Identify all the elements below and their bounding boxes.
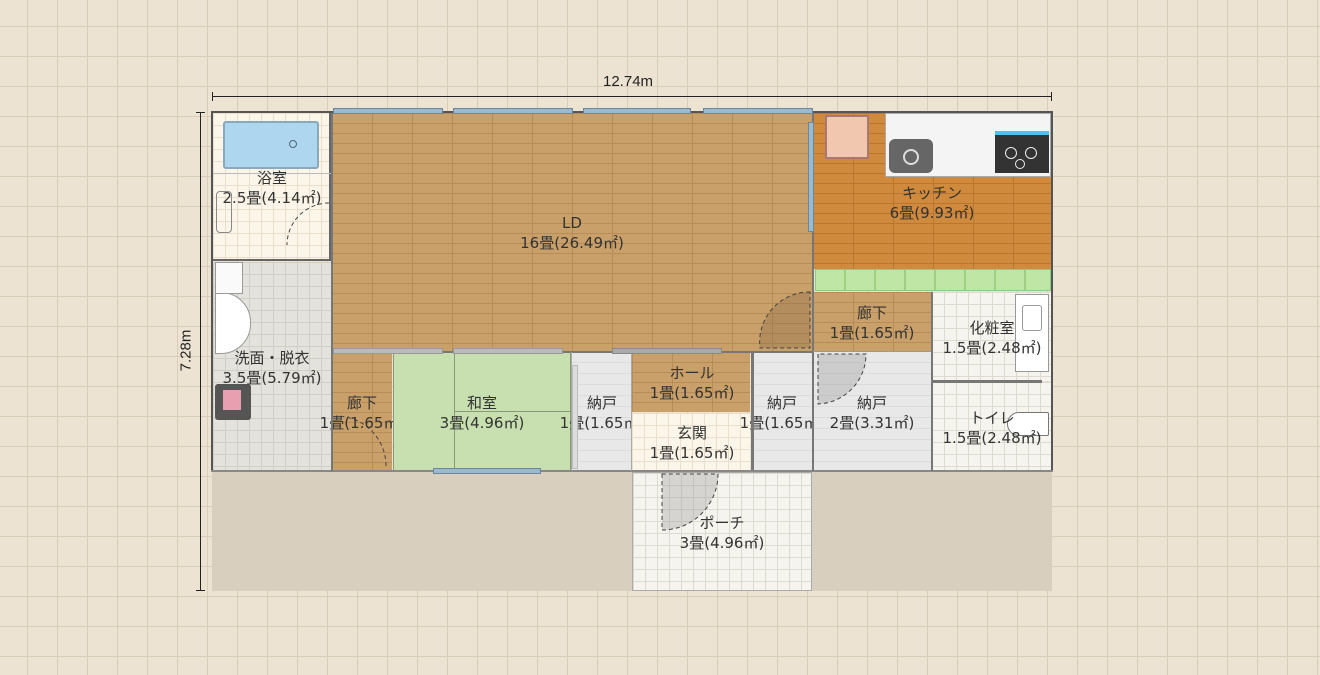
ld-door-icon bbox=[759, 291, 811, 349]
sink-icon bbox=[889, 139, 933, 173]
washbasin-icon bbox=[215, 292, 251, 354]
room-corridor-right-size: 1畳(1.65㎡) bbox=[829, 324, 915, 342]
room-bath-size: 2.5畳(4.14㎡) bbox=[222, 189, 322, 207]
room-entrance-name: 玄関 bbox=[676, 424, 707, 442]
kitchen-cabinets bbox=[815, 269, 1051, 291]
room-powder-size: 1.5畳(2.48㎡) bbox=[942, 339, 1042, 357]
bath-door-icon bbox=[286, 202, 330, 246]
room-washitsu-name: 和室 bbox=[466, 394, 497, 412]
width-label: 12.74m bbox=[603, 73, 654, 90]
room-corridor-right-name: 廊下 bbox=[856, 304, 887, 322]
stove-icon bbox=[995, 131, 1049, 173]
height-label: 7.28m bbox=[177, 329, 195, 372]
room-kitchen-size: 6畳(9.93㎡) bbox=[889, 204, 975, 222]
bathtub-icon bbox=[223, 121, 319, 169]
room-toilet-size: 1.5畳(2.48㎡) bbox=[942, 429, 1042, 447]
room-ld-size: 16畳(26.49㎡) bbox=[520, 234, 624, 252]
room-storage-3-name: 納戸 bbox=[856, 394, 887, 412]
room-washroom-size: 3.5畳(5.79㎡) bbox=[222, 369, 322, 387]
room-hall-size: 1畳(1.65㎡) bbox=[649, 384, 735, 402]
room-hall-name: ホール bbox=[669, 364, 715, 382]
room-storage-3-size: 2畳(3.31㎡) bbox=[829, 414, 915, 432]
room-ld-name: LD bbox=[562, 214, 582, 232]
room-entrance-size: 1畳(1.65㎡) bbox=[649, 444, 735, 462]
room-washitsu-size: 3畳(4.96㎡) bbox=[439, 414, 525, 432]
refrigerator-icon bbox=[825, 115, 869, 159]
room-toilet-name: トイレ bbox=[969, 409, 1015, 427]
room-porch-size: 3畳(4.96㎡) bbox=[679, 534, 765, 552]
room-bath-name: 浴室 bbox=[256, 169, 287, 187]
room-powder-name: 化粧室 bbox=[969, 319, 1015, 337]
room-kitchen-name: キッチン bbox=[901, 184, 962, 202]
room-porch-name: ポーチ bbox=[699, 514, 745, 532]
washing-machine-icon bbox=[215, 384, 251, 420]
room-washroom-name: 洗面・脱衣 bbox=[234, 349, 310, 367]
